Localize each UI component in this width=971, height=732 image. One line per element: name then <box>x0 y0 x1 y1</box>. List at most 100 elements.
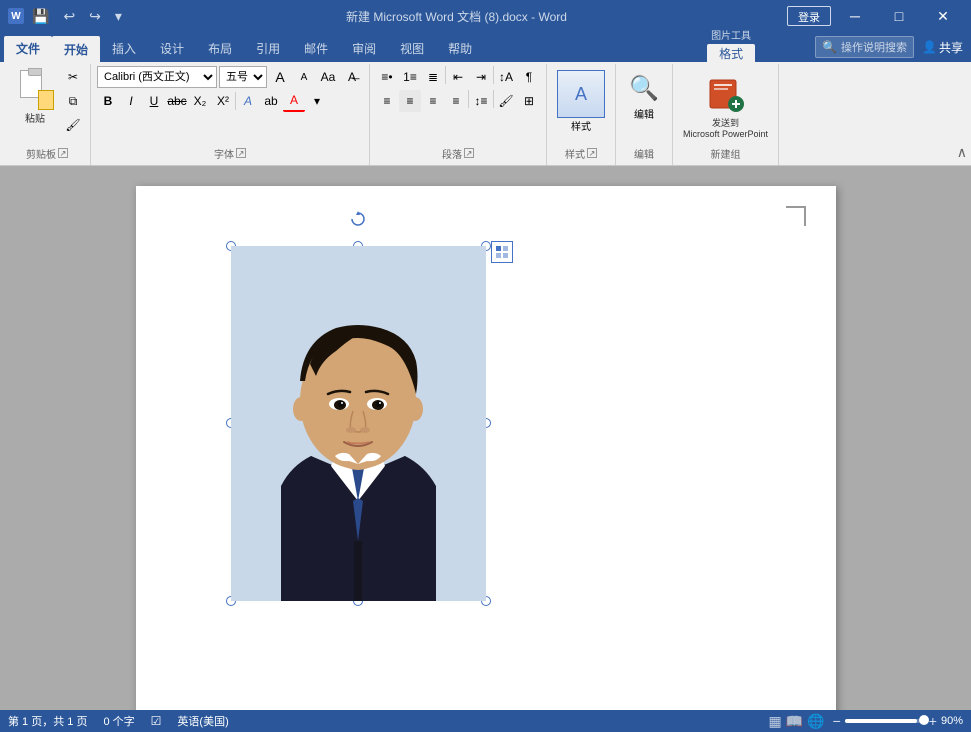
show-marks-btn[interactable]: ¶ <box>518 66 540 88</box>
clear-format-btn[interactable]: A̶ <box>341 66 363 88</box>
format-painter-button[interactable]: 🖌 <box>62 114 84 136</box>
clipboard-content: 粘贴 ✂ ⧉ 🖌 <box>10 66 84 144</box>
web-layout-btn[interactable]: 🌐 <box>807 713 824 730</box>
image-container[interactable] <box>231 246 486 601</box>
strikethrough-btn[interactable]: abc <box>166 90 188 112</box>
picture-tools-label: 图片工具 格式 <box>707 27 755 62</box>
divider3 <box>493 66 494 84</box>
superscript-btn[interactable]: X² <box>212 90 234 112</box>
indent-decrease-btn[interactable]: ⇤ <box>447 66 469 88</box>
tab-view[interactable]: 视图 <box>388 36 436 62</box>
tab-layout[interactable]: 布局 <box>196 36 244 62</box>
subscript-btn[interactable]: X₂ <box>189 90 211 112</box>
para-row1: ≡• 1≡ ≣ ⇤ ⇥ ↕A ¶ <box>376 66 540 88</box>
font-color-arrow[interactable]: ▾ <box>306 90 328 112</box>
text-effect-btn[interactable]: A <box>237 90 259 112</box>
paste-button[interactable]: 粘贴 <box>10 66 60 127</box>
cut-button[interactable]: ✂ <box>62 66 84 88</box>
undo-quick-btn[interactable]: ↩ <box>59 6 79 27</box>
editing-button[interactable]: 🔍 编辑 <box>622 66 666 125</box>
photo-image <box>231 246 486 601</box>
underline-btn[interactable]: U <box>143 90 165 112</box>
align-center-btn[interactable]: ≡ <box>399 90 421 112</box>
font-size-select[interactable]: 五号 <box>219 66 267 88</box>
numbering-btn[interactable]: 1≡ <box>399 66 421 88</box>
clipboard-expander[interactable]: ↗ <box>58 148 68 158</box>
line-spacing-btn[interactable]: ↕≡ <box>470 90 492 112</box>
bold-btn[interactable]: B <box>97 90 119 112</box>
share-icon: 👤 <box>922 40 937 54</box>
login-button[interactable]: 登录 <box>787 6 831 26</box>
paragraph-expander[interactable]: ↗ <box>464 148 474 158</box>
read-mode-btn[interactable]: 📖 <box>786 713 803 730</box>
styles-button[interactable]: A 样式 <box>553 66 609 137</box>
align-left-btn[interactable]: ≡ <box>376 90 398 112</box>
text-highlight-btn[interactable]: ab <box>260 90 282 112</box>
layout-options-icon[interactable] <box>491 241 513 263</box>
tab-design[interactable]: 设计 <box>148 36 196 62</box>
sort-btn[interactable]: ↕A <box>495 66 517 88</box>
editing-label: 编辑 <box>634 106 654 121</box>
ppt-icon <box>702 70 750 118</box>
divider1 <box>235 92 236 110</box>
print-layout-btn[interactable]: ▦ <box>768 713 781 730</box>
status-bar: 第 1 页，共 1 页 0 个字 ☑ 英语(美国) ▦ 📖 🌐 − + 90% <box>0 710 971 732</box>
title-bar-left: W 💾 ↩ ↪ ▾ <box>8 6 126 27</box>
zoom-track[interactable] <box>845 719 925 723</box>
font-size-up-btn[interactable]: A <box>269 66 291 88</box>
ribbon-group-font: Calibri (西文正文) 五号 A A Aa A̶ B I U abc X₂… <box>91 64 370 165</box>
justify-btn[interactable]: ≡ <box>445 90 467 112</box>
ribbon-collapse-btn[interactable]: ∧ <box>957 144 967 161</box>
styles-expander[interactable]: ↗ <box>587 148 597 158</box>
tab-picture-format[interactable]: 格式 <box>707 44 755 62</box>
word-count: 0 个字 <box>103 713 134 729</box>
search-box[interactable]: 🔍 操作说明搜索 <box>815 36 914 58</box>
tab-mail[interactable]: 邮件 <box>292 36 340 62</box>
align-right-btn[interactable]: ≡ <box>422 90 444 112</box>
paste-icon-area: 粘贴 <box>16 68 54 125</box>
ribbon-group-paragraph: ≡• 1≡ ≣ ⇤ ⇥ ↕A ¶ ≡ ≡ ≡ ≡ ↕≡ 🖌 ⊞ <box>370 64 547 165</box>
customize-quick-btn[interactable]: ▾ <box>111 6 126 27</box>
rotate-handle[interactable] <box>350 211 366 227</box>
close-button[interactable]: ✕ <box>923 0 963 32</box>
ribbon-content: 粘贴 ✂ ⧉ 🖌 剪贴板 ↗ Calibri (西文正文) 五号 <box>0 62 971 166</box>
zoom-out-btn[interactable]: − <box>833 713 841 729</box>
zoom-in-btn[interactable]: + <box>929 713 937 729</box>
italic-btn[interactable]: I <box>120 90 142 112</box>
indent-increase-btn[interactable]: ⇥ <box>470 66 492 88</box>
ribbon-group-styles: A 样式 样式 ↗ <box>547 64 616 165</box>
share-button[interactable]: 👤 共享 <box>922 39 963 56</box>
font-color-btn[interactable]: A <box>283 90 305 112</box>
change-case-btn[interactable]: Aa <box>317 66 339 88</box>
tab-help[interactable]: 帮助 <box>436 36 484 62</box>
font-name-select[interactable]: Calibri (西文正文) <box>97 66 217 88</box>
tab-home[interactable]: 开始 <box>52 36 100 62</box>
redo-quick-btn[interactable]: ↪ <box>85 6 105 27</box>
bullets-btn[interactable]: ≡• <box>376 66 398 88</box>
restore-button[interactable]: □ <box>879 0 919 32</box>
divider4 <box>468 90 469 108</box>
font-size-down-btn[interactable]: A <box>293 66 315 88</box>
copy-button[interactable]: ⧉ <box>62 90 84 112</box>
newgroup-content: 发送到Microsoft PowerPoint <box>679 66 772 144</box>
tab-insert[interactable]: 插入 <box>100 36 148 62</box>
multilevel-btn[interactable]: ≣ <box>422 66 444 88</box>
tab-review[interactable]: 审阅 <box>340 36 388 62</box>
tab-references[interactable]: 引用 <box>244 36 292 62</box>
paste-clip <box>28 68 42 76</box>
styles-content: A 样式 <box>553 66 609 144</box>
paste-label: 粘贴 <box>25 110 45 125</box>
minimize-button[interactable]: ─ <box>835 0 875 32</box>
save-quick-btn[interactable]: 💾 <box>28 6 53 27</box>
status-right: ▦ 📖 🌐 − + 90% <box>768 713 963 730</box>
shading-btn[interactable]: 🖌 <box>495 90 517 112</box>
tab-file[interactable]: 文件 <box>4 36 52 62</box>
paragraph-label: 段落 ↗ <box>442 144 474 163</box>
border-btn[interactable]: ⊞ <box>518 90 540 112</box>
font-expander[interactable]: ↗ <box>236 148 246 158</box>
portrait-svg <box>231 246 486 601</box>
word-icon: W <box>8 8 24 24</box>
quick-access-toolbar: 💾 ↩ ↪ ▾ <box>28 6 126 27</box>
title-bar: W 💾 ↩ ↪ ▾ 新建 Microsoft Word 文档 (8).docx … <box>0 0 971 32</box>
send-to-ppt-button[interactable]: 发送到Microsoft PowerPoint <box>679 66 772 144</box>
